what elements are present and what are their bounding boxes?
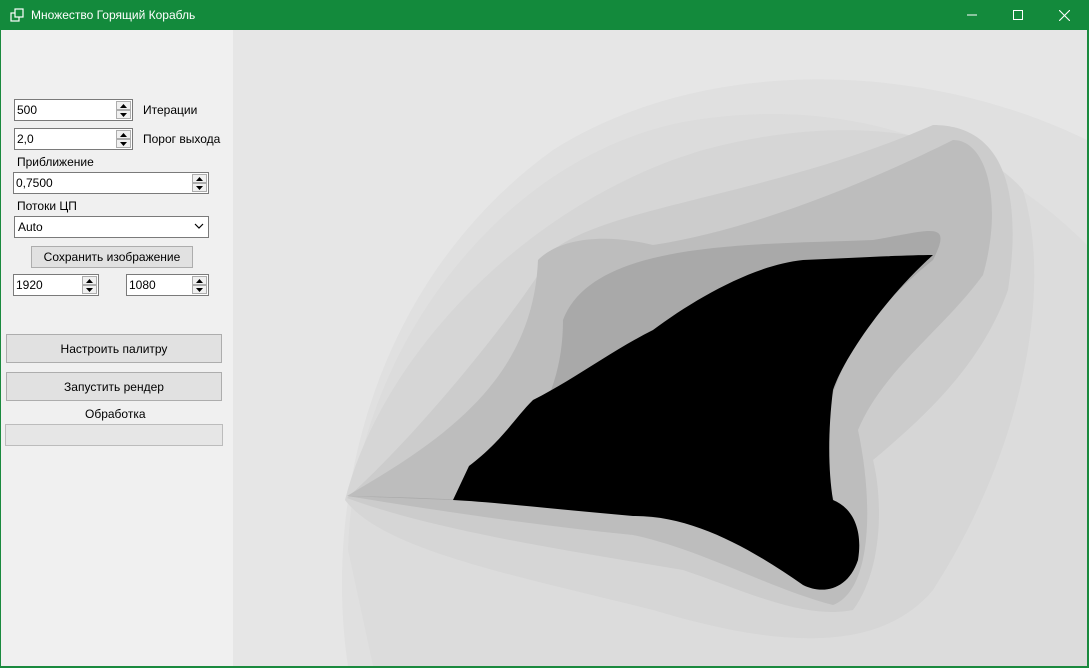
processing-label: Обработка <box>85 407 146 421</box>
spin-down-icon[interactable] <box>116 110 131 119</box>
app-window: Множество Горящий Корабль 500 Итерации 2… <box>0 0 1089 668</box>
threads-value: Auto <box>18 220 43 234</box>
width-input[interactable]: 1920 <box>13 274 99 296</box>
escape-threshold-value: 2,0 <box>17 132 34 146</box>
close-button[interactable] <box>1041 0 1087 30</box>
escape-threshold-label: Порог выхода <box>143 132 221 146</box>
spin-up-icon[interactable] <box>82 276 97 285</box>
threads-select[interactable]: Auto <box>14 216 209 238</box>
zoom-value: 0,7500 <box>16 176 53 190</box>
height-stepper[interactable] <box>192 276 207 294</box>
iterations-value: 500 <box>17 103 38 117</box>
height-value: 1080 <box>129 278 156 292</box>
chevron-down-icon <box>194 223 204 229</box>
iterations-input[interactable]: 500 <box>14 99 133 121</box>
title-bar[interactable]: Множество Горящий Корабль <box>0 0 1089 30</box>
zoom-input[interactable]: 0,7500 <box>13 172 209 194</box>
width-value: 1920 <box>16 278 43 292</box>
configure-palette-button[interactable]: Настроить палитру <box>6 334 222 363</box>
burning-ship-fractal-image <box>233 30 1087 666</box>
iterations-label: Итерации <box>143 103 198 117</box>
width-stepper[interactable] <box>82 276 97 294</box>
fractal-canvas[interactable] <box>233 30 1087 666</box>
settings-panel: 500 Итерации 2,0 Порог выхода Приближени… <box>1 30 233 666</box>
spin-up-icon[interactable] <box>192 174 207 183</box>
minimize-icon <box>967 14 977 16</box>
iterations-stepper[interactable] <box>116 101 131 119</box>
zoom-stepper[interactable] <box>192 174 207 192</box>
start-render-button[interactable]: Запустить рендер <box>6 372 222 401</box>
spin-up-icon[interactable] <box>116 130 131 139</box>
maximize-button[interactable] <box>995 0 1041 30</box>
client-area: 500 Итерации 2,0 Порог выхода Приближени… <box>1 30 1087 666</box>
escape-threshold-stepper[interactable] <box>116 130 131 148</box>
height-input[interactable]: 1080 <box>126 274 209 296</box>
zoom-label: Приближение <box>17 155 94 169</box>
spin-up-icon[interactable] <box>116 101 131 110</box>
spin-down-icon[interactable] <box>192 285 207 294</box>
app-icon <box>10 8 24 22</box>
spin-down-icon[interactable] <box>82 285 97 294</box>
escape-threshold-input[interactable]: 2,0 <box>14 128 133 150</box>
save-image-button[interactable]: Сохранить изображение <box>31 246 193 268</box>
threads-label: Потоки ЦП <box>17 199 77 213</box>
render-progress-bar <box>5 424 223 446</box>
spin-down-icon[interactable] <box>116 139 131 148</box>
maximize-icon <box>1013 10 1023 20</box>
spin-up-icon[interactable] <box>192 276 207 285</box>
close-icon <box>1058 9 1070 21</box>
spin-down-icon[interactable] <box>192 183 207 192</box>
minimize-button[interactable] <box>949 0 995 30</box>
window-title: Множество Горящий Корабль <box>31 8 196 22</box>
